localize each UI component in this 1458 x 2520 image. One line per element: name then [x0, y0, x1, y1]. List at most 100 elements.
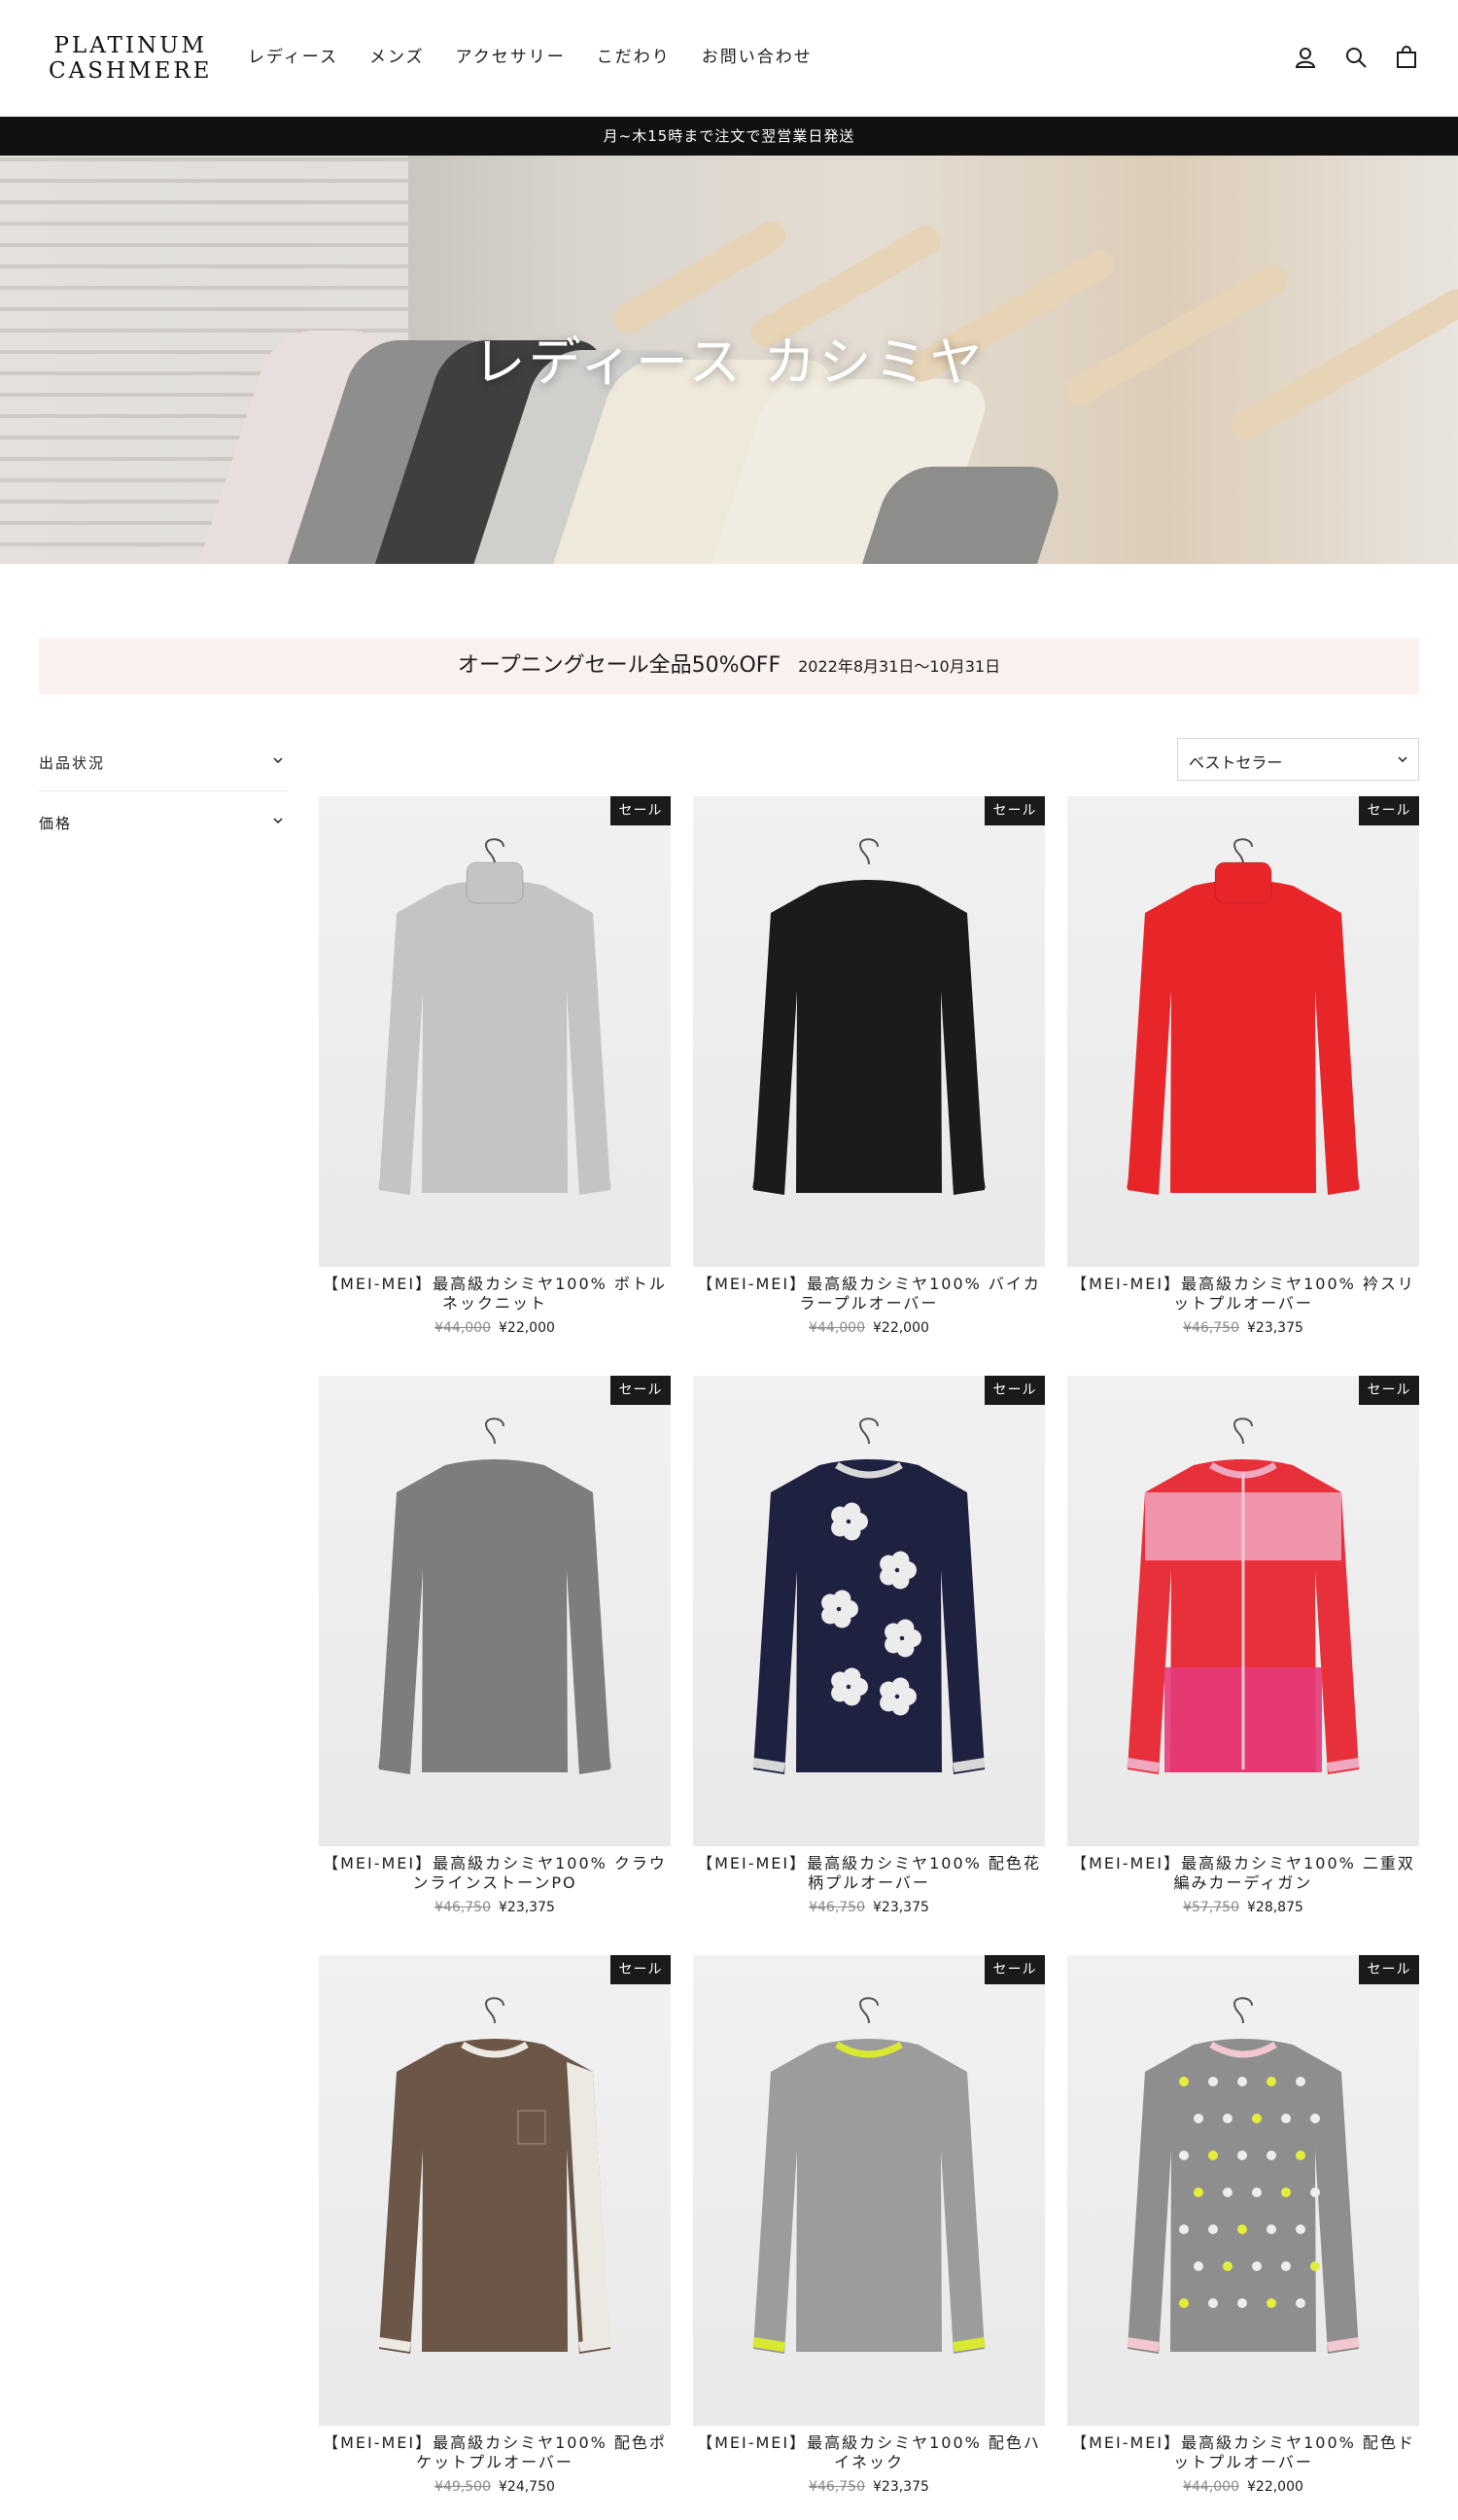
- product-image[interactable]: セール: [693, 1376, 1045, 1846]
- polka-dot: [1237, 2077, 1247, 2086]
- sweater-cuff: [752, 1758, 785, 1772]
- sweater-collar: [1214, 861, 1272, 904]
- product-price: ¥57,750 ¥28,875: [1067, 1900, 1419, 1915]
- polka-dot: [1267, 2151, 1276, 2160]
- chevron-down-icon: [273, 818, 283, 824]
- sale-badge: セール: [610, 1376, 671, 1405]
- product-card[interactable]: セール 【MEI-MEI】最高級カシミヤ100% 配色ハイネック ¥46,750 ¥2…: [693, 1955, 1045, 2495]
- product-title[interactable]: 【MEI-MEI】最高級カシミヤ100% 配色ハイネック: [693, 2433, 1045, 2472]
- product-image[interactable]: セール: [693, 1955, 1045, 2426]
- polka-dot: [1252, 2114, 1262, 2123]
- account-icon[interactable]: [1291, 43, 1320, 72]
- hanger-hook: [484, 1997, 504, 2024]
- polka-dot: [1267, 2224, 1276, 2234]
- product-title[interactable]: 【MEI-MEI】最高級カシミヤ100% 衿スリットプルオーバー: [1067, 1275, 1419, 1313]
- main-nav: レディース メンズ アクセサリー こだわり お問い合わせ: [248, 43, 844, 67]
- sweater-cuff: [1127, 1178, 1160, 1193]
- product-image[interactable]: セール: [1067, 1955, 1419, 2426]
- product-title[interactable]: 【MEI-MEI】最高級カシミヤ100% 配色ポケットプルオーバー: [319, 2433, 671, 2472]
- product-card[interactable]: セール 【MEI-MEI】最高級カシミヤ100% ボトルネックニット ¥44,000…: [319, 796, 671, 1336]
- nav-mens[interactable]: メンズ: [369, 43, 425, 67]
- product-card[interactable]: セール 【MEI-MEI】最高級カシミヤ100% 衿スリットプルオーバー ¥46,7…: [1067, 796, 1419, 1336]
- nav-contact[interactable]: お問い合わせ: [702, 43, 813, 67]
- original-price: ¥46,750: [434, 1900, 491, 1915]
- hero-banner: レディース カシミヤ: [0, 156, 1458, 564]
- polka-dot: [1296, 2151, 1305, 2160]
- chevron-down-icon: [1398, 756, 1407, 763]
- sort-selected-value: ベストセラー: [1189, 753, 1283, 772]
- product-title[interactable]: 【MEI-MEI】最高級カシミヤ100% バイカラープルオーバー: [693, 1275, 1045, 1313]
- sweater-body: [379, 880, 610, 1195]
- sweater-illustration: [1127, 1997, 1360, 2354]
- sweater-cuff: [1327, 1758, 1360, 1772]
- sale-badge: セール: [1359, 796, 1419, 825]
- sweater-illustration: [752, 1418, 986, 1774]
- sale-badge: セール: [985, 796, 1045, 825]
- product-image[interactable]: セール: [319, 796, 671, 1267]
- sweater-cuff: [953, 2337, 986, 2352]
- product-price: ¥46,750 ¥23,375: [693, 1900, 1045, 1915]
- sweater-cuff: [752, 2337, 785, 2352]
- flower-petal: [891, 1677, 910, 1696]
- sweater-cuff: [953, 1178, 986, 1193]
- product-card[interactable]: セール 【MEI-MEI】最高級カシミヤ100% バイカラープルオーバー ¥44,0…: [693, 796, 1045, 1336]
- polka-dot: [1310, 2188, 1320, 2197]
- brand-logo[interactable]: PLATINUM CASHMERE: [49, 33, 212, 84]
- nav-commitment[interactable]: こだわり: [597, 43, 671, 67]
- filter-price[interactable]: 価格: [39, 791, 288, 852]
- product-card[interactable]: セール【MEI-MEI】最高級カシミヤ100% 二重双編みカーディガン ¥57,7…: [1067, 1376, 1419, 1915]
- polka-dot: [1208, 2224, 1218, 2234]
- polka-dot: [1252, 2261, 1262, 2271]
- nav-ladies[interactable]: レディース: [248, 43, 338, 67]
- sale-price: ¥23,375: [1247, 1320, 1303, 1336]
- polka-dot: [1208, 2077, 1218, 2086]
- sweater-cuff: [1327, 2337, 1360, 2352]
- sort-select[interactable]: ベストセラー: [1177, 738, 1419, 781]
- filter-availability-label: 出品状況: [39, 754, 106, 772]
- sweater-illustration: [378, 1418, 611, 1774]
- product-image[interactable]: セール: [319, 1376, 671, 1846]
- product-title[interactable]: 【MEI-MEI】最高級カシミヤ100% 配色ドットプルオーバー: [1067, 2433, 1419, 2472]
- product-price: ¥46,750 ¥23,375: [319, 1900, 671, 1915]
- sweater-illustration: [378, 1997, 611, 2354]
- polka-dot: [1179, 2298, 1189, 2308]
- filter-price-label: 価格: [39, 815, 73, 832]
- polka-dot: [1208, 2298, 1218, 2308]
- product-card[interactable]: セール 【MEI-MEI】最高級カシミヤ100% 配色ドットプルオーバー ¥44,0…: [1067, 1955, 1419, 2495]
- filter-availability[interactable]: 出品状況: [39, 731, 288, 791]
- polka-dot: [1223, 2114, 1232, 2123]
- product-image[interactable]: セール: [693, 796, 1045, 1267]
- hanger-hook: [858, 1997, 879, 2024]
- product-title[interactable]: 【MEI-MEI】最高級カシミヤ100% ボトルネックニット: [319, 1275, 671, 1313]
- product-price: ¥49,500 ¥24,750: [319, 2479, 671, 2495]
- polka-dot: [1179, 2224, 1189, 2234]
- product-title[interactable]: 【MEI-MEI】最高級カシミヤ100% クラウンラインストーンPO: [319, 1854, 671, 1893]
- polka-dot: [1267, 2298, 1276, 2308]
- sweater-cuff: [378, 1178, 411, 1193]
- site-header: PLATINUM CASHMERE レディース メンズ アクセサリー こだわり …: [0, 0, 1458, 117]
- polka-dot: [1252, 2188, 1262, 2197]
- polka-dot: [1281, 2261, 1291, 2271]
- product-image[interactable]: セール: [1067, 1376, 1419, 1846]
- sale-price: ¥24,750: [499, 2479, 555, 2495]
- polka-dot: [1296, 2298, 1305, 2308]
- product-card[interactable]: セール【MEI-MEI】最高級カシミヤ100% 配色ポケットプルオーバー ¥49,…: [319, 1955, 671, 2495]
- nav-accessories[interactable]: アクセサリー: [456, 43, 566, 67]
- hanger-hook: [858, 1418, 879, 1445]
- sweater-body: [753, 2039, 985, 2354]
- polka-dot: [1237, 2224, 1247, 2234]
- polka-dot: [1281, 2188, 1291, 2197]
- search-icon[interactable]: [1341, 43, 1371, 72]
- hanger-hook: [1232, 1997, 1253, 2024]
- cart-icon[interactable]: [1392, 43, 1421, 72]
- product-title[interactable]: 【MEI-MEI】最高級カシミヤ100% 配色花柄プルオーバー: [693, 1854, 1045, 1893]
- product-image[interactable]: セール: [319, 1955, 671, 2426]
- product-card[interactable]: セール【MEI-MEI】最高級カシミヤ100% 配色花柄プルオーバー ¥46,75…: [693, 1376, 1045, 1915]
- product-card[interactable]: セール【MEI-MEI】最高級カシミヤ100% クラウンラインストーンPO ¥46…: [319, 1376, 671, 1915]
- sale-price: ¥22,000: [499, 1320, 555, 1336]
- polka-dot: [1296, 2077, 1305, 2086]
- product-image[interactable]: セール: [1067, 796, 1419, 1267]
- product-title[interactable]: 【MEI-MEI】最高級カシミヤ100% 二重双編みカーディガン: [1067, 1854, 1419, 1893]
- sweater-cuff: [1127, 2337, 1160, 2352]
- sale-badge: セール: [1359, 1376, 1419, 1405]
